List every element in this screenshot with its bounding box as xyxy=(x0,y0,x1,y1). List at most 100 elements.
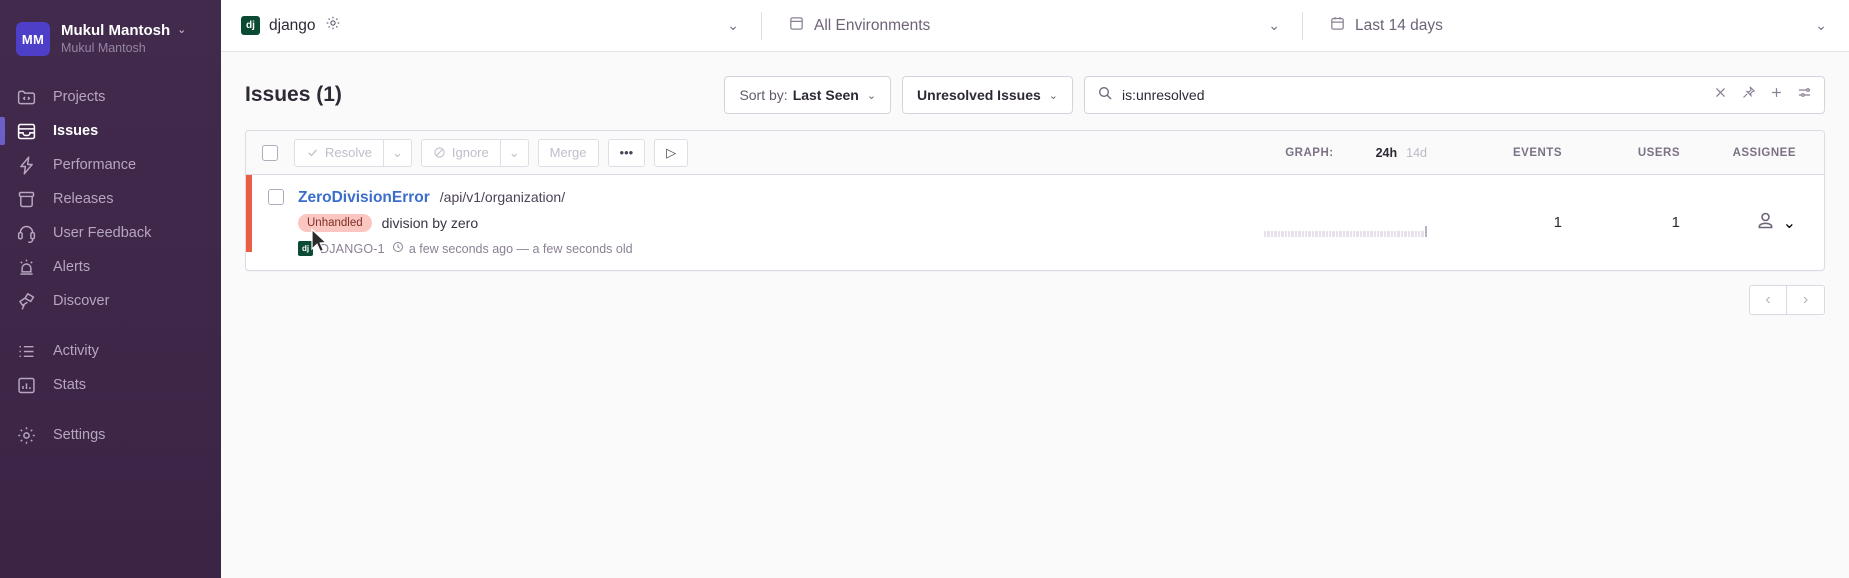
nav-divider-gap-2 xyxy=(0,402,221,418)
pagination-next-button[interactable]: › xyxy=(1787,285,1825,315)
project-selector[interactable]: dj django ⌄ xyxy=(221,0,761,52)
sidebar-item-discover[interactable]: Discover xyxy=(0,284,221,318)
environment-selector[interactable]: All Environments ⌄ xyxy=(762,0,1302,52)
sidebar-item-alerts[interactable]: Alerts xyxy=(0,250,221,284)
ignore-dropdown-button[interactable]: ⌄ xyxy=(500,138,529,167)
sidebar-item-label: Issues xyxy=(53,123,99,139)
issue-short-id: DJANGO-1 xyxy=(320,241,385,256)
sort-by-prefix: Sort by: xyxy=(739,87,788,103)
resolve-dropdown-button[interactable]: ⌄ xyxy=(383,138,412,167)
sidebar: MM Mukul Mantosh ⌄ Mukul Mantosh Project… xyxy=(0,0,221,578)
active-indicator xyxy=(0,117,5,145)
environment-label: All Environments xyxy=(814,16,931,34)
issue-summary: ZeroDivisionError /api/v1/organization/ … xyxy=(268,189,1264,256)
sidebar-item-performance[interactable]: Performance xyxy=(0,148,221,182)
sidebar-item-label: Performance xyxy=(53,157,137,173)
issues-toolbar: Resolve ⌄ Ignore ⌄ Merge ••• ▷ GRAPH: 24… xyxy=(246,131,1824,175)
sidebar-item-issues[interactable]: Issues xyxy=(0,114,221,148)
column-headers: GRAPH: 24h 14d EVENTS USERS ASSIGNEE xyxy=(1285,146,1810,160)
sidebar-item-releases[interactable]: Releases xyxy=(0,182,221,216)
issue-users-count: 1 xyxy=(1671,214,1680,231)
sort-by-dropdown[interactable]: Sort by: Last Seen ⌄ xyxy=(724,76,892,114)
sidebar-item-label: User Feedback xyxy=(53,225,152,241)
status-badge: Unhandled xyxy=(298,214,372,232)
project-settings-gear-icon[interactable] xyxy=(325,15,341,36)
window-icon xyxy=(788,15,805,37)
issues-panel: Resolve ⌄ Ignore ⌄ Merge ••• ▷ GRAPH: 24… xyxy=(245,130,1825,271)
org-dropdown[interactable]: MM Mukul Mantosh ⌄ Mukul Mantosh xyxy=(0,14,221,64)
chevron-down-icon[interactable]: ⌄ xyxy=(1815,17,1827,34)
issue-title-link[interactable]: ZeroDivisionError xyxy=(298,189,430,207)
issue-time-text: a few seconds ago — a few seconds old xyxy=(408,241,633,256)
issues-controls: Sort by: Last Seen ⌄ Unresolved Issues ⌄ xyxy=(724,76,1825,114)
date-range-label: Last 14 days xyxy=(1355,16,1443,34)
pin-icon[interactable] xyxy=(1741,85,1756,105)
django-logo-icon: dj xyxy=(241,16,260,35)
search-icon xyxy=(1097,85,1113,106)
graph-toggle-14d[interactable]: 14d xyxy=(1406,146,1427,160)
sidebar-item-stats[interactable]: Stats xyxy=(0,368,221,402)
merge-label: Merge xyxy=(549,145,587,160)
sidebar-item-label: Releases xyxy=(53,191,114,207)
page-title: Issues (1) xyxy=(245,83,342,106)
sidebar-item-user-feedback[interactable]: User Feedback xyxy=(0,216,221,250)
close-icon[interactable] xyxy=(1713,85,1728,105)
toolbar-gap-1 xyxy=(412,139,421,167)
select-all-checkbox[interactable] xyxy=(262,144,278,161)
plus-icon[interactable] xyxy=(1769,85,1784,105)
user-avatar-icon xyxy=(1755,210,1776,236)
issue-row-body: ZeroDivisionError /api/v1/organization/ … xyxy=(252,175,1824,270)
resolve-button[interactable]: Resolve xyxy=(294,138,384,167)
sliders-icon[interactable] xyxy=(1797,85,1812,105)
sidebar-item-settings[interactable]: Settings xyxy=(0,418,221,452)
issues-inbox-icon xyxy=(16,121,37,142)
issue-title-line: ZeroDivisionError /api/v1/organization/ xyxy=(298,189,633,207)
search-input[interactable] xyxy=(1122,87,1713,103)
issue-times: a few seconds ago — a few seconds old xyxy=(392,241,633,256)
users-column-label: USERS xyxy=(1637,146,1680,159)
graph-period-toggles: 24h 14d xyxy=(1376,146,1427,160)
global-header: dj django ⌄ All Environments ⌄ Last 14 d… xyxy=(221,0,1849,52)
ignore-button[interactable]: Ignore xyxy=(420,138,501,167)
action-buttons: Resolve ⌄ Ignore ⌄ Merge ••• ▷ xyxy=(294,138,689,167)
saved-search-dropdown[interactable]: Unresolved Issues ⌄ xyxy=(902,76,1073,114)
sentry-issues-app: MM Mukul Mantosh ⌄ Mukul Mantosh Project… xyxy=(0,0,1849,578)
telescope-icon xyxy=(16,291,37,312)
issue-assignee-selector[interactable]: ⌄ xyxy=(1680,210,1810,236)
sort-by-value: Last Seen xyxy=(792,87,859,103)
lightning-icon xyxy=(16,155,37,176)
toolbar-gap-2 xyxy=(529,139,538,167)
chevron-down-icon[interactable]: ⌄ xyxy=(727,17,739,34)
realtime-play-button[interactable]: ▷ xyxy=(654,138,689,167)
chevron-down-icon: ⌄ xyxy=(177,24,187,37)
clock-icon xyxy=(392,241,404,256)
nav-divider-gap xyxy=(0,318,221,334)
issue-select-checkbox[interactable] xyxy=(268,189,284,205)
django-logo-icon: dj xyxy=(298,241,313,256)
merge-button[interactable]: Merge xyxy=(537,138,599,167)
siren-icon xyxy=(16,257,37,278)
issues-content: Issues (1) Sort by: Last Seen ⌄ Unresolv… xyxy=(221,52,1849,578)
issue-culprit: /api/v1/organization/ xyxy=(439,189,566,205)
issue-events-count: 1 xyxy=(1553,214,1562,231)
table-row[interactable]: ZeroDivisionError /api/v1/organization/ … xyxy=(246,175,1824,270)
date-range-selector[interactable]: Last 14 days ⌄ xyxy=(1303,0,1849,52)
org-subtitle: Mukul Mantosh xyxy=(61,41,146,56)
pagination-buttons: ‹ › xyxy=(1749,285,1825,315)
sidebar-item-label: Settings xyxy=(53,427,106,443)
chevron-down-icon[interactable]: ⌄ xyxy=(1268,17,1280,34)
more-actions-button[interactable]: ••• xyxy=(607,138,646,167)
search-bar[interactable] xyxy=(1084,76,1825,114)
pagination-prev-button[interactable]: ‹ xyxy=(1749,285,1787,315)
resolve-label: Resolve xyxy=(325,145,372,160)
sidebar-item-activity[interactable]: Activity xyxy=(0,334,221,368)
chevron-down-icon: ⌄ xyxy=(866,89,877,102)
saved-search-value: Unresolved Issues xyxy=(917,87,1041,103)
sidebar-nav: Projects Issues Performance Releases Use… xyxy=(0,80,221,452)
sidebar-item-projects[interactable]: Projects xyxy=(0,80,221,114)
graph-toggle-24h[interactable]: 24h xyxy=(1376,146,1398,160)
search-actions xyxy=(1713,85,1812,105)
sidebar-item-label: Activity xyxy=(53,343,99,359)
org-name: Mukul Mantosh xyxy=(61,22,171,40)
chevron-down-icon: ⌄ xyxy=(1782,214,1796,232)
